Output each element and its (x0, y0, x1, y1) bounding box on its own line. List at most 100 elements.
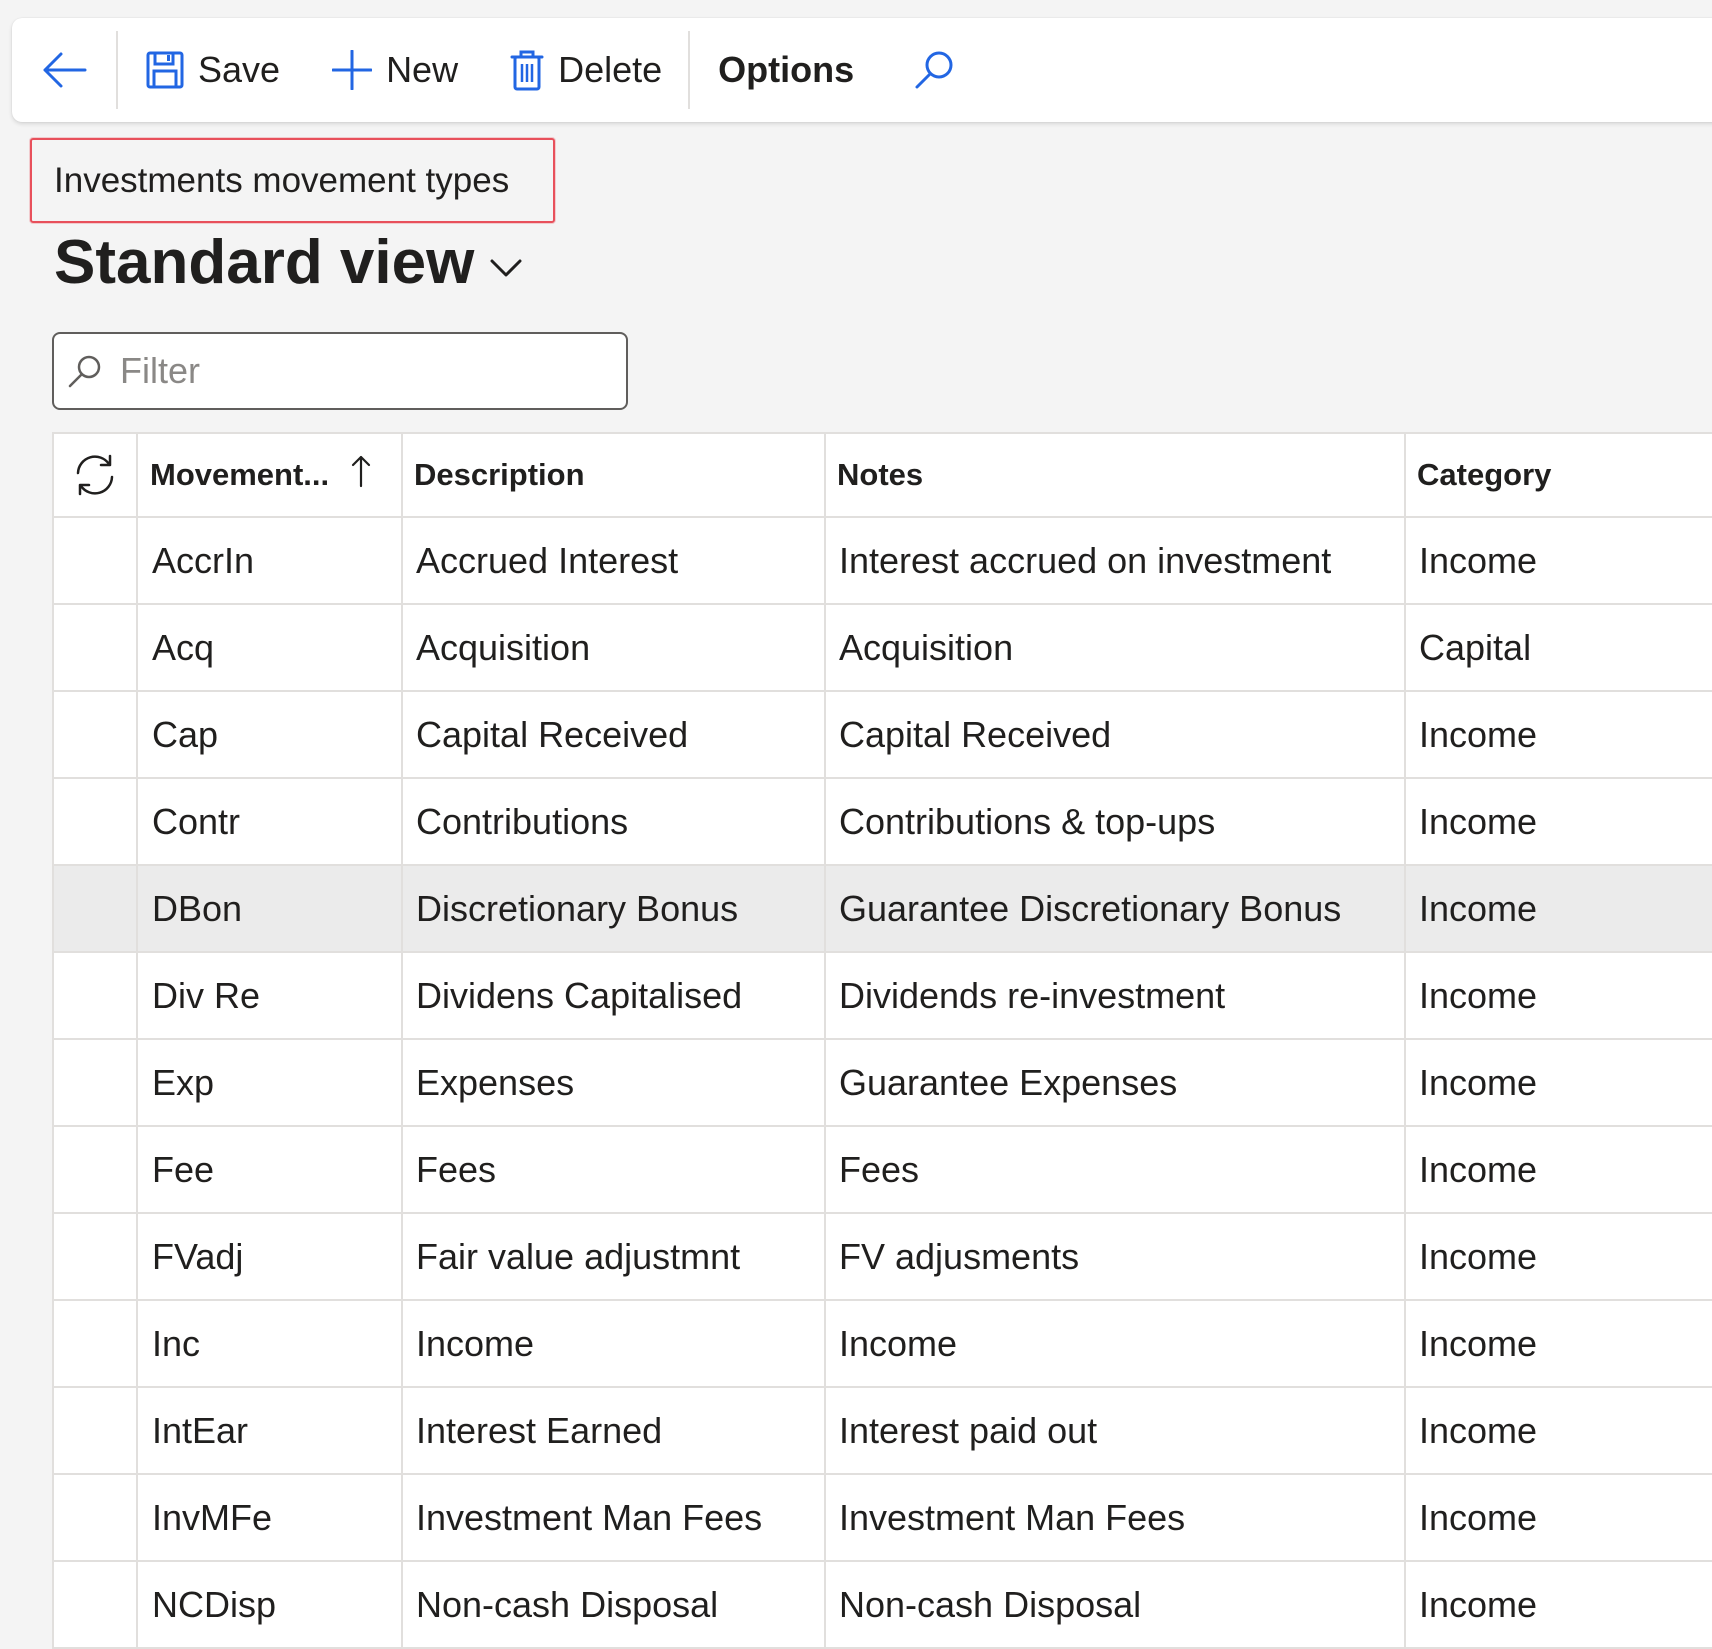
row-selector[interactable] (54, 1301, 138, 1386)
table-row[interactable]: Exp Expenses Guarantee Expenses Income (54, 1040, 1712, 1127)
trash-icon (510, 50, 544, 91)
table-row[interactable]: IntEar Interest Earned Interest paid out In… (54, 1388, 1712, 1475)
delete-button[interactable]: Delete (484, 18, 688, 122)
cell-category[interactable]: Income (1406, 692, 1712, 777)
cell-notes[interactable]: Guarantee Discretionary Bonus (826, 866, 1406, 951)
cell-category[interactable]: Income (1406, 1214, 1712, 1299)
table-row[interactable]: NCDisp Non-cash Disposal Non-cash Disposal… (54, 1562, 1712, 1649)
row-selector[interactable] (54, 1040, 138, 1125)
filter-input[interactable] (118, 349, 598, 393)
cell-category[interactable]: Income (1406, 779, 1712, 864)
cell-category[interactable]: Income (1406, 1040, 1712, 1125)
cell-movement[interactable]: Fee (138, 1127, 403, 1212)
cell-notes[interactable]: Acquisition (826, 605, 1406, 690)
arrow-up-icon (352, 455, 371, 488)
table-row[interactable]: AccrIn Accrued Interest Interest accrued o… (54, 518, 1712, 605)
row-selector[interactable] (54, 1127, 138, 1212)
arrow-left-icon (43, 52, 87, 88)
cell-category[interactable]: Capital (1406, 605, 1712, 690)
cell-movement[interactable]: Exp (138, 1040, 403, 1125)
row-selector[interactable] (54, 1388, 138, 1473)
grid-body: AccrIn Accrued Interest Interest accrued o… (54, 518, 1712, 1649)
cell-notes[interactable]: Non-cash Disposal (826, 1562, 1406, 1647)
cell-description[interactable]: Investment Man Fees (403, 1475, 826, 1560)
row-selector[interactable] (54, 866, 138, 951)
table-row[interactable]: Inc Income Income Income (54, 1301, 1712, 1388)
cell-movement[interactable]: Inc (138, 1301, 403, 1386)
cell-notes[interactable]: Investment Man Fees (826, 1475, 1406, 1560)
column-header-category[interactable]: Category (1406, 434, 1712, 516)
page-caption: Investments movement types (30, 138, 555, 223)
cell-movement[interactable]: Contr (138, 779, 403, 864)
row-selector[interactable] (54, 1562, 138, 1647)
cell-description[interactable]: Acquisition (403, 605, 826, 690)
save-button[interactable]: Save (118, 18, 306, 122)
table-row[interactable]: Div Re Dividens Capitalised Dividends re-i… (54, 953, 1712, 1040)
cell-description[interactable]: Contributions (403, 779, 826, 864)
table-row[interactable]: Contr Contributions Contributions & top-up… (54, 779, 1712, 866)
table-row[interactable]: DBon Discretionary Bonus Guarantee Discret… (54, 866, 1712, 953)
cell-description[interactable]: Expenses (403, 1040, 826, 1125)
cell-description[interactable]: Fair value adjustmnt (403, 1214, 826, 1299)
cell-description[interactable]: Interest Earned (403, 1388, 826, 1473)
row-selector[interactable] (54, 779, 138, 864)
cell-category[interactable]: Income (1406, 866, 1712, 951)
column-header-description[interactable]: Description (403, 434, 826, 516)
cell-description[interactable]: Dividens Capitalised (403, 953, 826, 1038)
cell-movement[interactable]: Div Re (138, 953, 403, 1038)
row-selector[interactable] (54, 605, 138, 690)
cell-description[interactable]: Fees (403, 1127, 826, 1212)
column-header-movement[interactable]: Movement... (138, 434, 403, 516)
cell-description[interactable]: Income (403, 1301, 826, 1386)
table-row[interactable]: FVadj Fair value adjustmnt FV adjusments In… (54, 1214, 1712, 1301)
new-button-label: New (386, 49, 459, 90)
refresh-button[interactable] (54, 434, 138, 516)
cell-category[interactable]: Income (1406, 1388, 1712, 1473)
cell-category[interactable]: Income (1406, 1127, 1712, 1212)
table-row[interactable]: Cap Capital Received Capital Received Incom… (54, 692, 1712, 779)
options-tab[interactable]: Options (690, 18, 884, 122)
cell-description[interactable]: Accrued Interest (403, 518, 826, 603)
cell-category[interactable]: Income (1406, 1301, 1712, 1386)
cell-description[interactable]: Discretionary Bonus (403, 866, 826, 951)
plus-icon (332, 50, 373, 90)
cell-movement[interactable]: FVadj (138, 1214, 403, 1299)
table-row[interactable]: Fee Fees Fees Income (54, 1127, 1712, 1214)
cell-description[interactable]: Capital Received (403, 692, 826, 777)
cell-movement[interactable]: AccrIn (138, 518, 403, 603)
table-row[interactable]: Acq Acquisition Acquisition Capital (54, 605, 1712, 692)
row-selector[interactable] (54, 518, 138, 603)
cell-movement[interactable]: NCDisp (138, 1562, 403, 1647)
search-button[interactable] (884, 18, 986, 122)
cell-movement[interactable]: Acq (138, 605, 403, 690)
table-row[interactable]: InvMFe Investment Man Fees Investment Man … (54, 1475, 1712, 1562)
cell-category[interactable]: Income (1406, 1475, 1712, 1560)
cell-notes[interactable]: Interest paid out (826, 1388, 1406, 1473)
row-selector[interactable] (54, 1214, 138, 1299)
cell-notes[interactable]: Fees (826, 1127, 1406, 1212)
new-button[interactable]: New (306, 18, 484, 122)
cell-notes[interactable]: Interest accrued on investment (826, 518, 1406, 603)
cell-notes[interactable]: FV adjusments (826, 1214, 1406, 1299)
cell-category[interactable]: Income (1406, 953, 1712, 1038)
cell-category[interactable]: Income (1406, 1562, 1712, 1647)
column-header-notes[interactable]: Notes (826, 434, 1406, 516)
cell-movement[interactable]: IntEar (138, 1388, 403, 1473)
cell-description[interactable]: Non-cash Disposal (403, 1562, 826, 1647)
row-selector[interactable] (54, 692, 138, 777)
cell-notes[interactable]: Capital Received (826, 692, 1406, 777)
cell-movement[interactable]: InvMFe (138, 1475, 403, 1560)
cell-notes[interactable]: Dividends re-investment (826, 953, 1406, 1038)
cell-movement[interactable]: Cap (138, 692, 403, 777)
row-selector[interactable] (54, 953, 138, 1038)
cell-notes[interactable]: Contributions & top-ups (826, 779, 1406, 864)
view-selector[interactable]: Standard view (54, 222, 522, 302)
cell-notes[interactable]: Income (826, 1301, 1406, 1386)
cell-movement[interactable]: DBon (138, 866, 403, 951)
cell-category[interactable]: Income (1406, 518, 1712, 603)
row-selector[interactable] (54, 1475, 138, 1560)
search-icon (915, 51, 953, 89)
back-button[interactable] (12, 18, 116, 122)
cell-notes[interactable]: Guarantee Expenses (826, 1040, 1406, 1125)
filter-box[interactable] (52, 332, 628, 410)
